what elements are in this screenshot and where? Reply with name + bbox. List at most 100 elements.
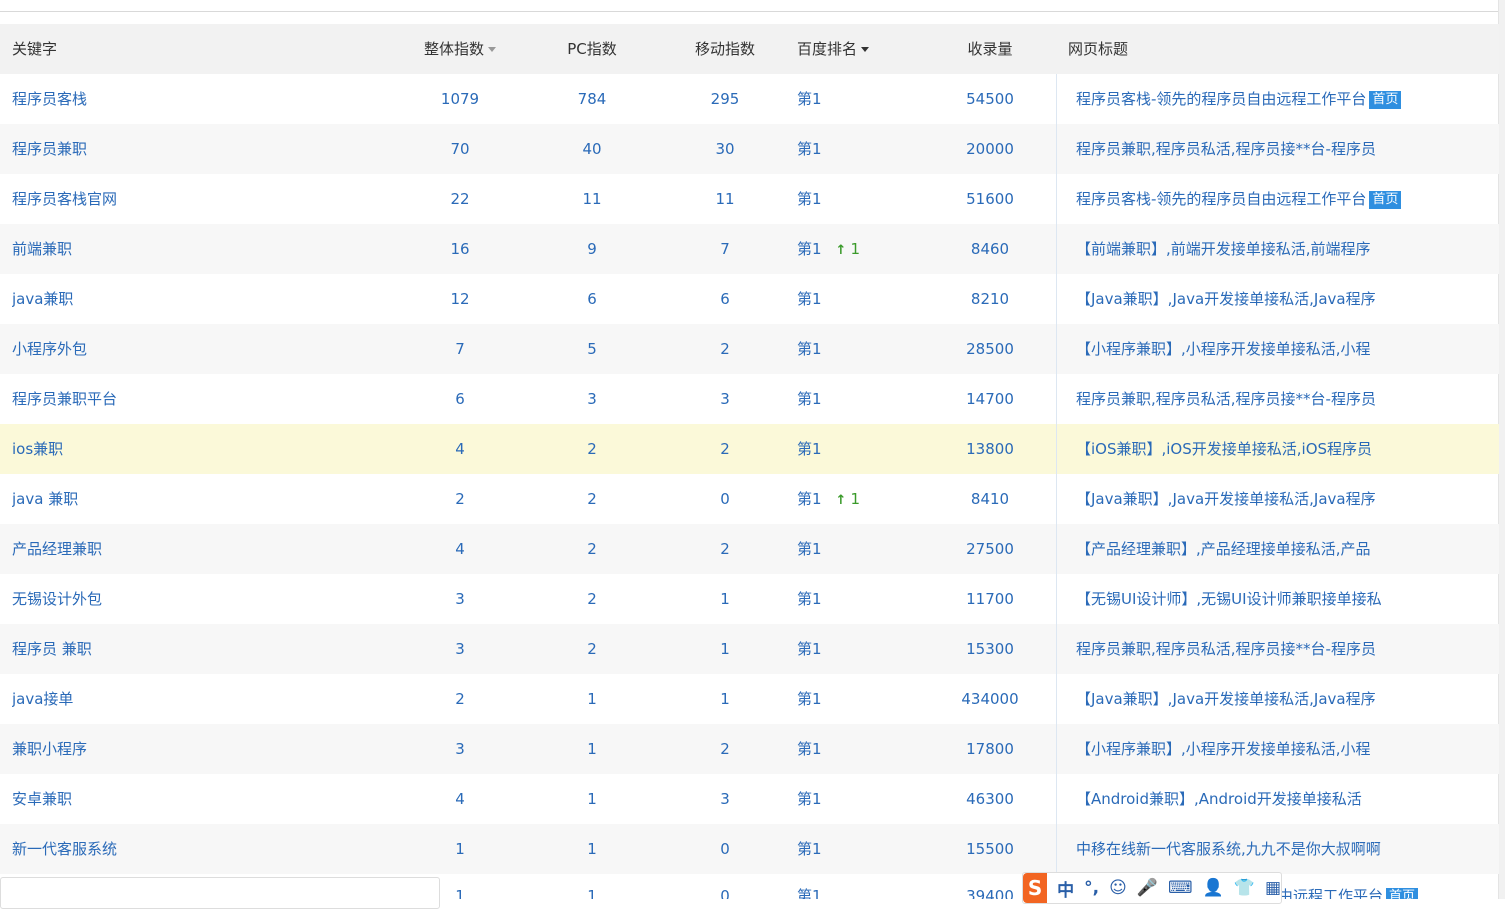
user-icon[interactable]: 👤 xyxy=(1203,878,1224,898)
page-title-link[interactable]: 【小程序兼职】,小程序开发接单接私活,小程 xyxy=(1076,724,1486,774)
baidu-rank-value: 第1 xyxy=(797,340,822,358)
pc-index: 2 xyxy=(587,590,597,608)
mobile-index: 6 xyxy=(720,290,730,308)
keyword-link[interactable]: ios兼职 xyxy=(12,424,392,474)
page-title-link[interactable]: 中移在线新一代客服系统,九九不是你大叔啊啊 xyxy=(1076,824,1486,874)
emoji-icon[interactable]: ☺ xyxy=(1109,878,1127,898)
page-title-text: 程序员客栈-领先的程序员自由远程工作平台 xyxy=(1076,190,1367,208)
page-title-link[interactable]: 【Java兼职】,Java开发接单接私活,Java程序 xyxy=(1076,274,1486,324)
keyword-link[interactable]: 程序员 兼职 xyxy=(12,624,392,674)
indexed-count: 27500 xyxy=(966,540,1014,558)
page-title-link[interactable]: 【iOS兼职】,iOS开发接单接私活,iOS程序员 xyxy=(1076,424,1486,474)
baidu-rank: 第1 xyxy=(797,374,927,424)
sort-down-icon[interactable] xyxy=(861,47,870,52)
indexed-count: 13800 xyxy=(966,440,1014,458)
page-title-link[interactable]: 【Android兼职】,Android开发接单接私活 xyxy=(1076,774,1486,824)
indexed-count: 14700 xyxy=(966,390,1014,408)
baidu-rank: 第1 xyxy=(797,724,927,774)
mobile-index: 3 xyxy=(720,790,730,808)
pc-index: 1 xyxy=(587,840,597,858)
keyword-link[interactable]: 程序员客栈 xyxy=(12,74,392,124)
total-index: 4 xyxy=(455,440,465,458)
mobile-index: 7 xyxy=(720,240,730,258)
page-title-text: 【产品经理兼职】,产品经理接单接私活,产品 xyxy=(1076,540,1371,558)
total-index: 4 xyxy=(455,790,465,808)
keyword-link[interactable]: 程序员兼职 xyxy=(12,124,392,174)
ime-punct-toggle[interactable]: °, xyxy=(1084,878,1099,898)
keyword-link[interactable]: java兼职 xyxy=(12,274,392,324)
keyword-link[interactable]: 无锡设计外包 xyxy=(12,574,392,624)
page-title-text: 【无锡UI设计师】,无锡UI设计师兼职接单接私 xyxy=(1076,590,1382,608)
page-title-link[interactable]: 【无锡UI设计师】,无锡UI设计师兼职接单接私 xyxy=(1076,574,1486,624)
microphone-icon[interactable]: 🎤 xyxy=(1137,878,1158,898)
pc-index: 1 xyxy=(587,740,597,758)
keyword-link[interactable]: 小程序外包 xyxy=(12,324,392,374)
ime-mode-toggle[interactable]: 中 xyxy=(1057,876,1074,901)
skin-icon[interactable]: 👕 xyxy=(1234,878,1255,898)
baidu-rank: 第1 xyxy=(797,274,927,324)
keyword-link[interactable]: java 兼职 xyxy=(12,474,392,524)
indexed-count: 434000 xyxy=(961,690,1019,708)
baidu-rank-value: 第1 xyxy=(797,290,822,308)
sort-down-icon[interactable] xyxy=(488,47,496,52)
baidu-rank-value: 第1 xyxy=(797,140,822,158)
keyword-link[interactable]: 产品经理兼职 xyxy=(12,524,392,574)
table-row: 程序员客栈 1079 784 295 第1 54500 程序员客栈-领先的程序员自由远程工作… xyxy=(0,74,1499,124)
pc-index: 11 xyxy=(582,190,602,208)
baidu-rank-value: 第1 xyxy=(797,190,822,208)
mobile-index: 0 xyxy=(720,490,730,508)
col-total-index-header[interactable]: 整体指数 xyxy=(400,24,520,74)
indexed-count: 15300 xyxy=(966,640,1014,658)
table-row: 小程序外包 7 5 2 第1 28500 【小程序兼职】,小程序开发接单接私活,小程 xyxy=(0,324,1499,374)
keyboard-icon[interactable]: ⌨ xyxy=(1168,878,1193,898)
page-title-link[interactable]: 由远程工作平台 首页 xyxy=(1278,874,1499,899)
total-index: 22 xyxy=(450,190,470,208)
rank-up-arrow-icon: ↑ xyxy=(835,493,847,508)
page-title-link[interactable]: 【Java兼职】,Java开发接单接私活,Java程序 xyxy=(1076,474,1486,524)
ime-toolbar[interactable]: S 中 °, ☺ 🎤 ⌨ 👤 👕 ▦ xyxy=(1022,872,1282,904)
pc-index: 2 xyxy=(587,540,597,558)
total-index: 1079 xyxy=(440,90,480,108)
keyword-link[interactable]: 程序员兼职平台 xyxy=(12,374,392,424)
keyword-link[interactable]: 程序员客栈官网 xyxy=(12,174,392,224)
baidu-rank: 第1 xyxy=(797,774,927,824)
scrollbar[interactable] xyxy=(1498,0,1505,899)
page-title-link[interactable]: 程序员兼职,程序员私活,程序员接**台-程序员 xyxy=(1076,624,1486,674)
rank-up-arrow-icon: ↑ xyxy=(835,243,847,258)
indexed-count: 17800 xyxy=(966,740,1014,758)
table-row: java接单 2 1 1 第1 434000 【Java兼职】,Java开发接单接私活,Ja… xyxy=(0,674,1499,724)
pc-index: 2 xyxy=(587,640,597,658)
page-title-text: 【Java兼职】,Java开发接单接私活,Java程序 xyxy=(1076,490,1376,508)
page-title-link[interactable]: 【Java兼职】,Java开发接单接私活,Java程序 xyxy=(1076,674,1486,724)
page-title-link[interactable]: 【产品经理兼职】,产品经理接单接私活,产品 xyxy=(1076,524,1486,574)
page-title-text: 【Android兼职】,Android开发接单接私活 xyxy=(1076,790,1362,808)
page-title-text: 程序员兼职,程序员私活,程序员接**台-程序员 xyxy=(1076,140,1376,158)
total-index: 2 xyxy=(455,690,465,708)
page-title-link[interactable]: 【小程序兼职】,小程序开发接单接私活,小程 xyxy=(1076,324,1486,374)
keyword-link[interactable]: 前端兼职 xyxy=(12,224,392,274)
indexed-count: 15500 xyxy=(966,840,1014,858)
keyword-link[interactable]: 兼职小程序 xyxy=(12,724,392,774)
keyword-link[interactable]: 安卓兼职 xyxy=(12,774,392,824)
baidu-rank-value: 第1 xyxy=(797,790,822,808)
total-index: 3 xyxy=(455,740,465,758)
col-baidu-rank-header[interactable]: 百度排名 xyxy=(797,24,927,74)
page-title-link[interactable]: 程序员兼职,程序员私活,程序员接**台-程序员 xyxy=(1076,374,1486,424)
table-row: 无锡设计外包 3 2 1 第1 11700 【无锡UI设计师】,无锡UI设计师兼职接单接私 xyxy=(0,574,1499,624)
toolbox-icon[interactable]: ▦ xyxy=(1265,878,1281,898)
total-index: 3 xyxy=(455,590,465,608)
mobile-index: 295 xyxy=(710,90,740,108)
page-title-link[interactable]: 程序员兼职,程序员私活,程序员接**台-程序员 xyxy=(1076,124,1486,174)
page-title-link[interactable]: 程序员客栈-领先的程序员自由远程工作平台 首页 xyxy=(1076,174,1486,224)
pc-index: 1 xyxy=(587,887,597,899)
col-page-title-header: 网页标题 xyxy=(1068,40,1129,58)
keyword-link[interactable]: java接单 xyxy=(12,674,392,724)
page-title-link[interactable]: 【前端兼职】,前端开发接单接私活,前端程序 xyxy=(1076,224,1486,274)
page-title-link[interactable]: 程序员客栈-领先的程序员自由远程工作平台 首页 xyxy=(1076,74,1486,124)
baidu-rank-value: 第1 xyxy=(797,840,822,858)
baidu-rank: 第1 xyxy=(797,887,822,899)
baidu-rank-value: 第1 xyxy=(797,740,822,758)
keyword-link[interactable]: 新一代客服系统 xyxy=(12,824,392,874)
baidu-rank-value: 第1 xyxy=(797,90,822,108)
pc-index: 3 xyxy=(587,390,597,408)
